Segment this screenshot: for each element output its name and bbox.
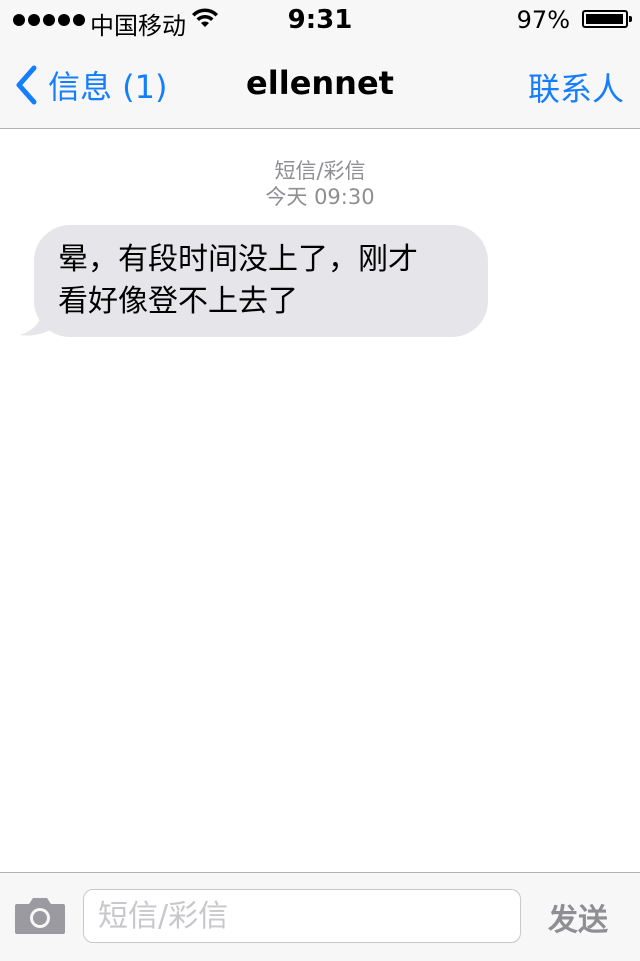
message-timestamp: 今天 09:30 [265,185,375,209]
message-text-line: 晕，有段时间没上了，刚才 [58,242,418,277]
battery-level-fill [586,14,623,24]
message-text-line: 看好像登不上去了 [58,284,298,319]
send-button[interactable]: 发送 [548,895,608,939]
composer-bar: 发送 [0,872,640,961]
camera-button[interactable] [14,895,66,939]
camera-icon [15,898,65,934]
battery-percentage: 97% [516,6,570,34]
navigation-bar: 信息 (1) ellennet 联系人 [0,40,640,129]
status-bar: 中国移动 9:31 97% [0,0,640,40]
incoming-message-bubble[interactable]: 晕，有段时间没上了，刚才 看好像登不上去了 [34,225,488,337]
message-input[interactable] [83,889,521,943]
contacts-button[interactable]: 联系人 [528,64,624,110]
message-thread[interactable]: 短信/彩信 今天 09:30 晕，有段时间没上了，刚才 看好像登不上去了 [0,129,640,871]
battery-icon [582,10,632,28]
